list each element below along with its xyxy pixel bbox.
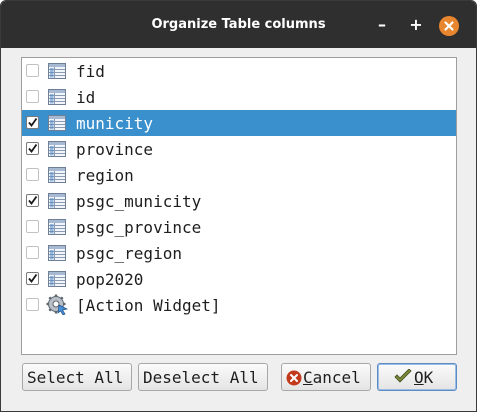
column-checkbox[interactable] [26,64,39,77]
column-checkbox[interactable] [26,246,39,259]
column-checkbox[interactable] [26,220,39,233]
column-label: psgc_region [76,244,182,263]
column-row[interactable]: id [22,84,456,110]
column-label: id [76,88,96,107]
column-row[interactable]: province [22,136,456,162]
column-label: psgc_province [76,218,202,237]
column-checkbox[interactable] [26,90,39,103]
table-column-icon [47,61,67,81]
column-label: psgc_municity [76,192,202,211]
table-column-icon [47,139,67,159]
column-label: fid [76,62,105,81]
table-column-icon [47,243,67,263]
column-label: [Action Widget] [76,296,221,315]
cancel-button[interactable]: Cancel [281,363,371,391]
table-column-icon [47,217,67,237]
column-row[interactable]: region [22,162,456,188]
organize-columns-dialog: Organize Table columns – + fid id municity… [0,0,477,412]
column-label: municity [76,114,154,133]
table-column-icon [47,191,67,211]
column-row[interactable]: municity [22,110,456,136]
cancel-icon [286,370,302,386]
deselect-all-button[interactable]: Deselect All [138,363,268,391]
column-checkbox[interactable] [26,194,39,207]
ok-checkmark-icon [394,369,412,383]
column-row[interactable]: [Action Widget] [22,292,456,318]
column-row[interactable]: fid [22,58,456,84]
column-checkbox[interactable] [26,142,39,155]
column-checkbox[interactable] [26,116,39,129]
select-all-button[interactable]: Select All [22,363,132,391]
ok-label: OK [414,368,434,387]
close-icon [444,21,454,31]
table-column-icon [47,87,67,107]
table-column-icon [47,165,67,185]
minimize-button[interactable]: – [372,15,392,35]
maximize-button[interactable]: + [406,15,426,35]
column-checkbox[interactable] [26,272,39,285]
table-column-icon [47,269,67,289]
cancel-label: Cancel [303,368,361,387]
action-widget-icon [46,293,69,316]
deselect-all-label: Deselect All [143,368,259,387]
ok-button[interactable]: OK [377,363,457,391]
column-row[interactable]: psgc_municity [22,188,456,214]
column-list[interactable]: fid id municity province region psgc_municity… [21,57,457,355]
select-all-label: Select All [27,368,124,387]
column-label: province [76,140,154,159]
column-checkbox[interactable] [26,298,39,311]
column-label: pop2020 [76,270,144,289]
column-checkbox[interactable] [26,168,39,181]
column-row[interactable]: psgc_region [22,240,456,266]
column-row[interactable]: psgc_province [22,214,456,240]
column-label: region [76,166,134,185]
column-row[interactable]: pop2020 [22,266,456,292]
close-button[interactable] [439,16,459,36]
table-column-icon [47,113,67,133]
window-title: Organize Table columns [151,17,326,32]
title-bar[interactable]: Organize Table columns – + [1,1,476,48]
